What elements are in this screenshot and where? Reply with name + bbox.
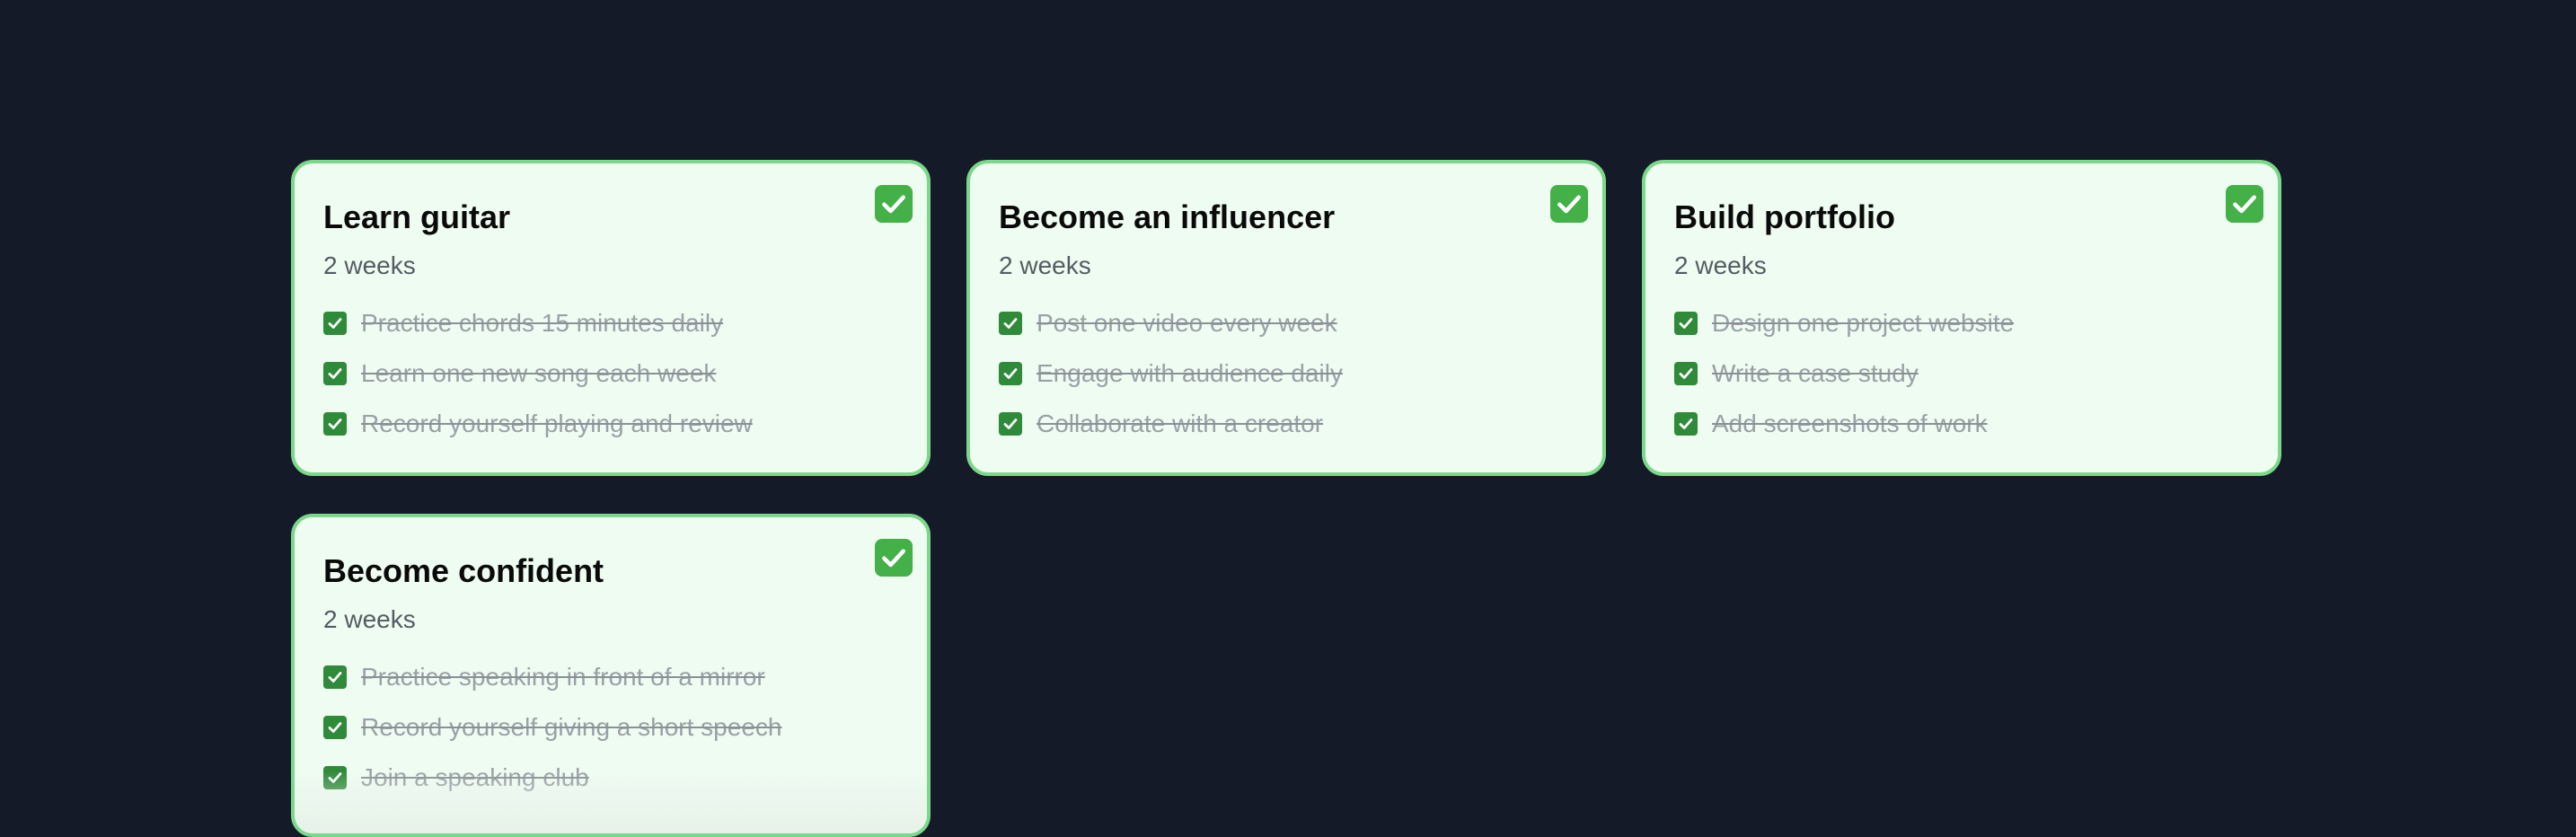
check-icon (328, 418, 342, 429)
goal-card-become-confident[interactable]: Become confident 2 weeks Practice speaki… (291, 514, 931, 837)
task-list: Practice chords 15 minutes daily Learn o… (323, 298, 898, 449)
check-mark-button-icon (2226, 185, 2263, 223)
task-list: Design one project website Write a case … (1674, 298, 2249, 449)
task-label: Add screenshots of work (1712, 410, 1988, 437)
check-icon (1679, 418, 1693, 429)
task-item: Record yourself giving a short speech (323, 702, 898, 753)
goal-card-build-portfolio[interactable]: Build portfolio 2 weeks Design one proje… (1642, 160, 2281, 476)
task-checkbox[interactable] (323, 362, 347, 385)
check-icon (328, 672, 342, 683)
task-checkbox[interactable] (1674, 412, 1698, 436)
task-label: Record yourself giving a short speech (361, 713, 782, 741)
task-checkbox[interactable] (999, 312, 1022, 335)
task-item: Write a case study (1674, 348, 2249, 399)
check-icon (1003, 368, 1018, 379)
check-mark-button-icon (1550, 185, 1588, 223)
task-checkbox[interactable] (999, 412, 1022, 436)
check-icon (1679, 368, 1693, 379)
check-icon (1003, 418, 1018, 429)
task-label: Join a speaking club (361, 763, 589, 791)
task-checkbox[interactable] (323, 312, 347, 335)
task-item: Join a speaking club (323, 753, 898, 803)
check-mark-button-icon (875, 185, 913, 223)
task-item: Practice speaking in front of a mirror (323, 652, 898, 702)
task-checkbox[interactable] (323, 716, 347, 739)
task-checkbox[interactable] (323, 665, 347, 689)
check-icon (1679, 318, 1693, 329)
task-list: Post one video every week Engage with au… (999, 298, 1574, 449)
task-checkbox[interactable] (323, 766, 347, 789)
task-label: Practice chords 15 minutes daily (361, 309, 724, 337)
task-item: Practice chords 15 minutes daily (323, 298, 898, 348)
goal-card-learn-guitar[interactable]: Learn guitar 2 weeks Practice chords 15 … (291, 160, 931, 476)
goal-duration: 2 weeks (1674, 251, 1767, 279)
goal-duration: 2 weeks (999, 251, 1091, 279)
goal-title: Become confident (323, 552, 604, 589)
task-label: Collaborate with a creator (1037, 410, 1324, 437)
task-label: Engage with audience daily (1037, 359, 1343, 387)
check-icon (328, 772, 342, 783)
goal-title: Build portfolio (1674, 198, 1895, 235)
task-item: Collaborate with a creator (999, 399, 1574, 449)
task-checkbox[interactable] (999, 362, 1022, 385)
check-icon (1003, 318, 1018, 329)
goals-board: Learn guitar 2 weeks Practice chords 15 … (291, 160, 2285, 837)
task-item: Record yourself playing and review (323, 399, 898, 449)
goal-duration: 2 weeks (323, 605, 416, 633)
check-mark-button-icon (875, 539, 913, 577)
task-label: Post one video every week (1037, 309, 1337, 337)
task-label: Design one project website (1712, 309, 2015, 337)
task-label: Learn one new song each week (361, 359, 717, 387)
goal-card-become-an-influencer[interactable]: Become an influencer 2 weeks Post one vi… (966, 160, 1606, 476)
task-item: Post one video every week (999, 298, 1574, 348)
goal-title: Become an influencer (999, 198, 1336, 235)
task-item: Learn one new song each week (323, 348, 898, 399)
task-item: Add screenshots of work (1674, 399, 2249, 449)
task-checkbox[interactable] (1674, 312, 1698, 335)
check-icon (328, 318, 342, 329)
task-checkbox[interactable] (323, 412, 347, 436)
check-icon (328, 368, 342, 379)
task-checkbox[interactable] (1674, 362, 1698, 385)
task-label: Practice speaking in front of a mirror (361, 663, 765, 691)
task-label: Record yourself playing and review (361, 410, 753, 437)
task-label: Write a case study (1712, 359, 1919, 387)
task-item: Design one project website (1674, 298, 2249, 348)
task-list: Practice speaking in front of a mirror R… (323, 652, 898, 803)
goal-duration: 2 weeks (323, 251, 416, 279)
task-item: Engage with audience daily (999, 348, 1574, 399)
goal-title: Learn guitar (323, 198, 511, 235)
check-icon (328, 722, 342, 733)
